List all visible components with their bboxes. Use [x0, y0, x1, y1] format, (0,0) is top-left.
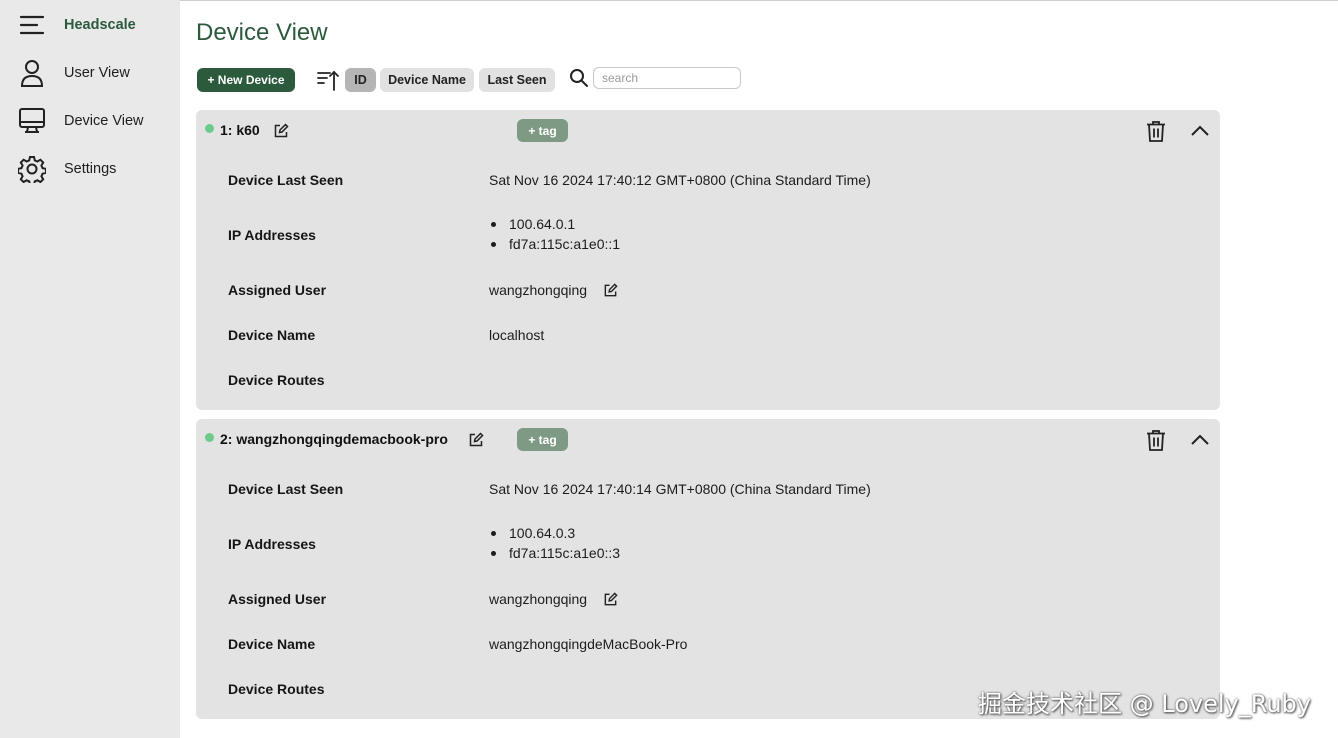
sidebar-brand[interactable]: Headscale: [0, 3, 180, 47]
sidebar-item-device-view[interactable]: Device View: [0, 99, 180, 143]
device-name-label: Device Name: [228, 636, 316, 652]
online-status-dot: [205, 124, 214, 133]
sidebar: Headscale User View Device View Settings: [0, 0, 180, 738]
ip-addresses-label: IP Addresses: [228, 227, 316, 243]
new-device-button[interactable]: + New Device: [197, 68, 295, 92]
assigned-user-value: wangzhongqing: [489, 591, 588, 607]
sort-chip-device-name[interactable]: Device Name: [380, 68, 474, 92]
edit-user-icon[interactable]: [603, 283, 618, 298]
add-tag-button[interactable]: + tag: [517, 119, 568, 142]
sort-ascending-icon[interactable]: [316, 68, 340, 92]
ip-address-list: 100.64.0.1 fd7a:115c:a1e0::1: [489, 214, 620, 254]
watermark: 掘金技术社区 @ Lovely_Ruby: [978, 690, 1311, 718]
last-seen-label: Device Last Seen: [228, 172, 344, 188]
sidebar-item-label: User View: [64, 65, 130, 81]
device-routes-label: Device Routes: [228, 372, 325, 388]
edit-icon[interactable]: [273, 123, 289, 139]
online-status-dot: [205, 433, 214, 442]
ip-address-list: 100.64.0.3 fd7a:115c:a1e0::3: [489, 523, 620, 563]
sidebar-item-settings[interactable]: Settings: [0, 147, 180, 191]
add-tag-button[interactable]: + tag: [517, 428, 568, 451]
search-input[interactable]: [593, 67, 741, 89]
last-seen-value: Sat Nov 16 2024 17:40:14 GMT+0800 (China…: [489, 481, 871, 497]
brand-label: Headscale: [64, 17, 136, 33]
device-name-label: Device Name: [228, 327, 316, 343]
ip-addresses-label: IP Addresses: [228, 536, 316, 552]
top-border: [0, 0, 1338, 1]
assigned-user-label: Assigned User: [228, 591, 327, 607]
trash-icon[interactable]: [1146, 429, 1166, 451]
chevron-up-icon[interactable]: [1190, 431, 1210, 447]
last-seen-value: Sat Nov 16 2024 17:40:12 GMT+0800 (China…: [489, 172, 871, 188]
user-icon: [18, 59, 46, 87]
device-title: 1: k60: [220, 122, 260, 138]
device-card: 2: wangzhongqingdemacbook-pro + tag Devi…: [196, 419, 1220, 719]
sidebar-item-label: Device View: [64, 113, 144, 129]
last-seen-label: Device Last Seen: [228, 481, 344, 497]
page-title: Device View: [196, 19, 328, 46]
sidebar-item-user-view[interactable]: User View: [0, 51, 180, 95]
device-title: 2: wangzhongqingdemacbook-pro: [220, 431, 448, 447]
ip-address-item: 100.64.0.3: [489, 523, 620, 543]
monitor-icon: [18, 107, 46, 135]
sort-chip-last-seen[interactable]: Last Seen: [479, 68, 555, 92]
toolbar: + New Device ID Device Name Last Seen: [196, 66, 756, 94]
device-name-value: localhost: [489, 327, 545, 343]
device-routes-label: Device Routes: [228, 681, 325, 697]
sort-chip-id[interactable]: ID: [345, 68, 376, 92]
edit-icon[interactable]: [468, 432, 484, 448]
ip-address-item: fd7a:115c:a1e0::1: [489, 234, 620, 254]
menu-icon[interactable]: [18, 11, 46, 39]
gear-icon: [18, 155, 46, 183]
ip-address-item: fd7a:115c:a1e0::3: [489, 543, 620, 563]
edit-user-icon[interactable]: [603, 592, 618, 607]
device-card: 1: k60 + tag Device Last Seen Sat Nov 16…: [196, 110, 1220, 410]
chevron-up-icon[interactable]: [1190, 122, 1210, 138]
search-icon: [568, 67, 590, 89]
device-name-value: wangzhongqingdeMacBook-Pro: [489, 636, 688, 652]
sidebar-item-label: Settings: [64, 161, 117, 177]
assigned-user-value: wangzhongqing: [489, 282, 588, 298]
ip-address-item: 100.64.0.1: [489, 214, 620, 234]
trash-icon[interactable]: [1146, 120, 1166, 142]
assigned-user-label: Assigned User: [228, 282, 327, 298]
